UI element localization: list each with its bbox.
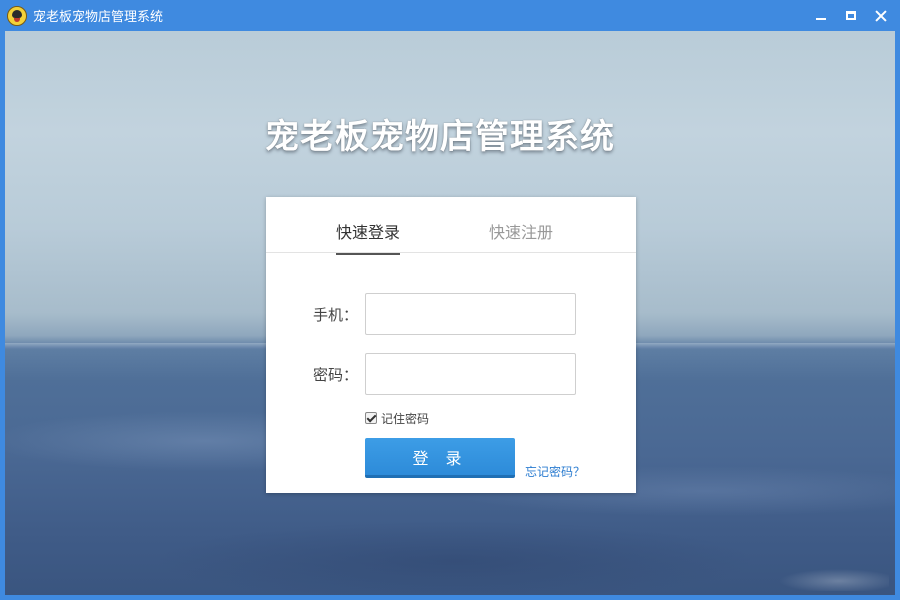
login-card: 快速登录 快速注册 手机： 密码： 记住密码 登 录 忘记密码？: [266, 197, 636, 493]
close-button[interactable]: [866, 3, 896, 29]
login-background: 宠老板宠物店管理系统 快速登录 快速注册 手机： 密码： 记住密码 登 录 忘记…: [5, 31, 895, 595]
minimize-icon: [816, 17, 826, 20]
phone-label: 手机：: [312, 306, 358, 324]
remember-checkbox[interactable]: [365, 412, 377, 424]
window-controls: [806, 0, 896, 31]
phone-row: 手机：: [266, 293, 636, 335]
phone-input[interactable]: [365, 293, 576, 335]
password-row: 密码：: [266, 353, 636, 395]
login-button[interactable]: 登 录: [365, 438, 515, 478]
login-tabs: 快速登录 快速注册: [266, 197, 636, 255]
tab-quick-register[interactable]: 快速注册: [489, 219, 553, 253]
remember-label: 记住密码: [381, 411, 430, 426]
maximize-icon: [846, 11, 856, 20]
password-label: 密码：: [312, 366, 358, 384]
page-title: 宠老板宠物店管理系统: [265, 117, 615, 157]
tab-quick-login[interactable]: 快速登录: [336, 219, 401, 255]
maximize-button[interactable]: [836, 3, 866, 29]
app-window: 宠老板宠物店管理系统 宠老板宠物店管理系统 快速登录 快速注册 手机： 密码： …: [0, 0, 900, 600]
title-bar[interactable]: 宠老板宠物店管理系统: [0, 0, 900, 31]
minimize-button[interactable]: [806, 3, 836, 29]
password-input[interactable]: [365, 353, 576, 395]
remember-password[interactable]: 记住密码: [365, 411, 430, 426]
app-logo-icon: [7, 5, 27, 26]
close-icon: [875, 10, 887, 22]
window-title: 宠老板宠物店管理系统: [33, 10, 164, 25]
corner-decoration: [769, 561, 889, 591]
forgot-password-link[interactable]: 忘记密码？: [525, 463, 585, 480]
